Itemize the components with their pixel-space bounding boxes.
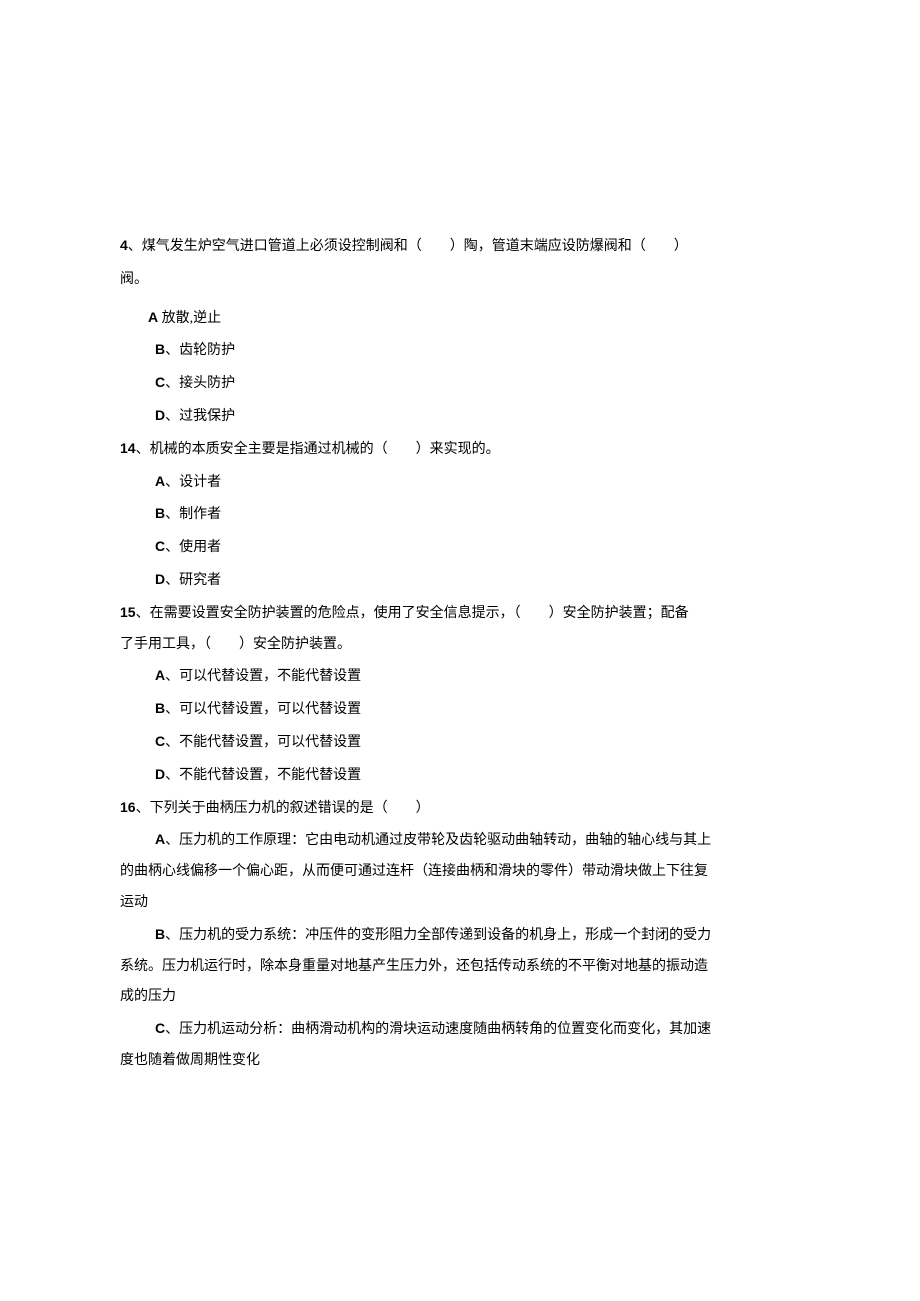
q15-stem-text1: 、在需要设置安全防护装置的危险点，使用了安全信息提示，（ ）安全防护装置；配备 — [136, 606, 689, 621]
q4-stem-line2: 阀。 — [120, 265, 800, 296]
option-label-a: A — [155, 831, 165, 847]
q14-option-d: D、研究者 — [120, 564, 800, 597]
q15-option-a: A、可以代替设置，不能代替设置 — [120, 660, 800, 693]
q15-stem-line2: 了手用工具，（ ）安全防护装置。 — [120, 630, 800, 661]
option-label-b: B — [155, 926, 165, 942]
q14-stem-text: 、机械的本质安全主要是指通过机械的（ ）来实现的。 — [136, 442, 500, 457]
q14-option-b-text: 、制作者 — [165, 507, 221, 522]
option-label-c: C — [155, 538, 165, 554]
q16-option-c-line2: 度也随着做周期性变化 — [120, 1046, 800, 1077]
option-label-b: B — [155, 505, 165, 521]
option-label-a: A — [155, 473, 165, 489]
q16-option-a-line2: 的曲柄心线偏移一个偏心距，从而便可通过连杆（连接曲柄和滑块的零件）带动滑块做上下… — [120, 857, 800, 888]
q15-number: 15 — [120, 604, 136, 620]
option-label-c: C — [155, 733, 165, 749]
q16-option-c-line1: C、压力机运动分析：曲柄滑动机构的滑块运动速度随曲柄转角的位置变化而变化，其加速 — [120, 1013, 800, 1046]
q4-stem-text1: 、煤气发生炉空气进口管道上必须设控制阀和（ ）陶，管道末端应设防爆阀和（ ） — [128, 239, 688, 254]
q4-stem-line1: 4、煤气发生炉空气进口管道上必须设控制阀和（ ）陶，管道末端应设防爆阀和（ ） — [120, 230, 800, 263]
q15-option-c: C、不能代替设置，可以代替设置 — [120, 726, 800, 759]
option-label-a: A — [148, 309, 158, 325]
q15-option-b: B、可以代替设置，可以代替设置 — [120, 693, 800, 726]
option-label-d: D — [155, 407, 165, 423]
q4-number: 4 — [120, 237, 128, 253]
q16-number: 16 — [120, 799, 136, 815]
q14-option-c-text: 、使用者 — [165, 540, 221, 555]
option-label-c: C — [155, 374, 165, 390]
q16-option-b-line2: 系统。压力机运行时，除本身重量对地基产生压力外，还包括传动系统的不平衡对地基的振… — [120, 952, 800, 983]
option-label-c: C — [155, 1020, 165, 1036]
q16-option-b-line1: B、压力机的受力系统：冲压件的变形阻力全部传递到设备的机身上，形成一个封闭的受力 — [120, 919, 800, 952]
q16-stem-text: 、下列关于曲柄压力机的叙述错误的是（ ） — [136, 801, 430, 816]
q14-option-a-text: 、设计者 — [165, 475, 221, 490]
q14-number: 14 — [120, 440, 136, 456]
option-label-d: D — [155, 571, 165, 587]
q4-option-a-text: 放散,逆止 — [158, 311, 221, 326]
q4-option-b: B、齿轮防护 — [120, 334, 800, 367]
q14-option-c: C、使用者 — [120, 531, 800, 564]
q4-option-d-text: 、过我保护 — [165, 409, 235, 424]
q16-option-b-line3: 成的压力 — [120, 982, 800, 1013]
q15-option-d: D、不能代替设置，不能代替设置 — [120, 759, 800, 792]
q16-stem: 16、下列关于曲柄压力机的叙述错误的是（ ） — [120, 792, 800, 825]
q4-option-a: A 放散,逆止 — [120, 302, 800, 335]
q4-option-b-text: 、齿轮防护 — [165, 343, 235, 358]
q14-option-b: B、制作者 — [120, 498, 800, 531]
q15-stem-line1: 15、在需要设置安全防护装置的危险点，使用了安全信息提示，（ ）安全防护装置；配… — [120, 597, 800, 630]
option-label-a: A — [155, 667, 165, 683]
option-label-b: B — [155, 341, 165, 357]
q16-option-b-text1: 、压力机的受力系统：冲压件的变形阻力全部传递到设备的机身上，形成一个封闭的受力 — [165, 928, 711, 943]
q4-option-c-text: 、接头防护 — [165, 376, 235, 391]
q15-option-a-text: 、可以代替设置，不能代替设置 — [165, 669, 361, 684]
q16-option-a-text1: 、压力机的工作原理：它由电动机通过皮带轮及齿轮驱动曲轴转动，曲轴的轴心线与其上 — [165, 833, 711, 848]
q16-option-a-line1: A、压力机的工作原理：它由电动机通过皮带轮及齿轮驱动曲轴转动，曲轴的轴心线与其上 — [120, 824, 800, 857]
q14-option-d-text: 、研究者 — [165, 573, 221, 588]
option-label-b: B — [155, 700, 165, 716]
q4-option-d: D、过我保护 — [120, 400, 800, 433]
q15-option-b-text: 、可以代替设置，可以代替设置 — [165, 702, 361, 717]
q16-option-a-line3: 运动 — [120, 888, 800, 919]
q14-option-a: A、设计者 — [120, 466, 800, 499]
q16-option-c-text1: 、压力机运动分析：曲柄滑动机构的滑块运动速度随曲柄转角的位置变化而变化，其加速 — [165, 1022, 711, 1037]
option-label-d: D — [155, 766, 165, 782]
q14-stem: 14、机械的本质安全主要是指通过机械的（ ）来实现的。 — [120, 433, 800, 466]
q15-option-d-text: 、不能代替设置，不能代替设置 — [165, 768, 361, 783]
q15-option-c-text: 、不能代替设置，可以代替设置 — [165, 735, 361, 750]
q4-option-c: C、接头防护 — [120, 367, 800, 400]
